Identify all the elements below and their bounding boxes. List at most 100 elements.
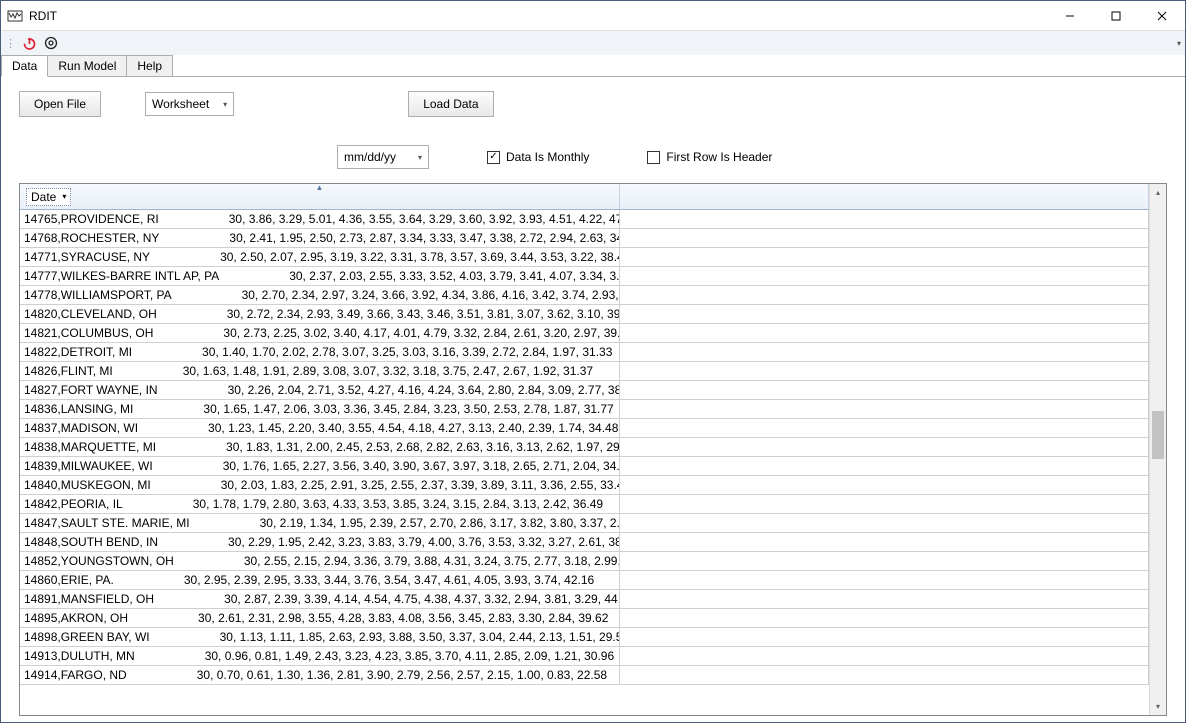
grid-cell	[620, 267, 1149, 285]
grid-cell	[620, 324, 1149, 342]
table-row[interactable]: 14836,LANSING, MI30, 1.65, 1.47, 2.06, 3…	[20, 400, 1149, 419]
grid-header-cell-date[interactable]: Date ▾ ▲	[20, 184, 620, 209]
load-data-button[interactable]: Load Data	[408, 91, 493, 117]
data-grid: Date ▾ ▲ 14765,PROVIDENCE, RI30, 3.86, 3…	[19, 183, 1167, 716]
sort-ascending-icon: ▲	[316, 184, 324, 192]
table-row[interactable]: 14821,COLUMBUS, OH30, 2.73, 2.25, 3.02, …	[20, 324, 1149, 343]
grid-cell	[620, 305, 1149, 323]
date-format-select[interactable]: mm/dd/yy ▾	[337, 145, 429, 169]
grid-cell: 14765,PROVIDENCE, RI30, 3.86, 3.29, 5.01…	[20, 210, 620, 228]
table-row[interactable]: 14771,SYRACUSE, NY30, 2.50, 2.07, 2.95, …	[20, 248, 1149, 267]
grid-cell: 14860,ERIE, PA.30, 2.95, 2.39, 2.95, 3.3…	[20, 571, 620, 589]
grid-cell: 14826,FLINT, MI30, 1.63, 1.48, 1.91, 2.8…	[20, 362, 620, 380]
open-file-button[interactable]: Open File	[19, 91, 101, 117]
scroll-up-button[interactable]: ▴	[1150, 184, 1166, 201]
grid-cell: 14778,WILLIAMSPORT, PA30, 2.70, 2.34, 2.…	[20, 286, 620, 304]
vertical-scrollbar[interactable]: ▴ ▾	[1149, 184, 1166, 715]
worksheet-select[interactable]: Worksheet ▾	[145, 92, 234, 116]
grid-header-cell-2[interactable]	[620, 184, 1149, 209]
table-row[interactable]: 14826,FLINT, MI30, 1.63, 1.48, 1.91, 2.8…	[20, 362, 1149, 381]
table-row[interactable]: 14848,SOUTH BEND, IN30, 2.29, 1.95, 2.42…	[20, 533, 1149, 552]
table-row[interactable]: 14840,MUSKEGON, MI30, 2.03, 1.83, 2.25, …	[20, 476, 1149, 495]
table-row[interactable]: 14852,YOUNGSTOWN, OH30, 2.55, 2.15, 2.94…	[20, 552, 1149, 571]
grid-cell	[620, 343, 1149, 361]
grid-cell: 14891,MANSFIELD, OH30, 2.87, 2.39, 3.39,…	[20, 590, 620, 608]
table-row[interactable]: 14765,PROVIDENCE, RI30, 3.86, 3.29, 5.01…	[20, 210, 1149, 229]
grid-cell	[620, 590, 1149, 608]
grid-cell: 14840,MUSKEGON, MI30, 2.03, 1.83, 2.25, …	[20, 476, 620, 494]
table-row[interactable]: 14778,WILLIAMSPORT, PA30, 2.70, 2.34, 2.…	[20, 286, 1149, 305]
grid-cell: 14777,WILKES-BARRE INTL AP, PA30, 2.37, …	[20, 267, 620, 285]
table-row[interactable]: 14837,MADISON, WI30, 1.23, 1.45, 2.20, 3…	[20, 419, 1149, 438]
minimize-button[interactable]	[1047, 1, 1093, 31]
date-column-combo[interactable]: Date ▾	[26, 188, 71, 206]
tab-help[interactable]: Help	[126, 55, 173, 76]
scroll-down-button[interactable]: ▾	[1150, 698, 1166, 715]
worksheet-select-value: Worksheet	[152, 97, 209, 111]
power-icon[interactable]	[20, 34, 38, 52]
grid-cell: 14768,ROCHESTER, NY30, 2.41, 1.95, 2.50,…	[20, 229, 620, 247]
grid-cell	[620, 248, 1149, 266]
close-button[interactable]	[1139, 1, 1185, 31]
table-row[interactable]: 14898,GREEN BAY, WI30, 1.13, 1.11, 1.85,…	[20, 628, 1149, 647]
toolbar: ⋮ ▾	[1, 31, 1185, 55]
checkbox-box: ✓	[487, 151, 500, 164]
grid-cell	[620, 476, 1149, 494]
app-icon	[7, 8, 23, 24]
toolbar-grip: ⋮	[5, 37, 16, 50]
data-is-monthly-checkbox[interactable]: ✓ Data Is Monthly	[487, 150, 589, 164]
window-title: RDIT	[29, 9, 1047, 23]
maximize-button[interactable]	[1093, 1, 1139, 31]
table-row[interactable]: 14822,DETROIT, MI30, 1.40, 1.70, 2.02, 2…	[20, 343, 1149, 362]
tab-content-data: Open File Worksheet ▾ Load Data mm/dd/yy…	[1, 77, 1185, 722]
table-row[interactable]: 14891,MANSFIELD, OH30, 2.87, 2.39, 3.39,…	[20, 590, 1149, 609]
date-column-label: Date	[31, 190, 56, 204]
table-row[interactable]: 14827,FORT WAYNE, IN30, 2.26, 2.04, 2.71…	[20, 381, 1149, 400]
grid-cell	[620, 438, 1149, 456]
grid-cell: 14848,SOUTH BEND, IN30, 2.29, 1.95, 2.42…	[20, 533, 620, 551]
chevron-down-icon: ▾	[62, 192, 66, 201]
scroll-thumb[interactable]	[1152, 411, 1164, 459]
grid-cell: 14842,PEORIA, IL30, 1.78, 1.79, 2.80, 3.…	[20, 495, 620, 513]
grid-cell: 14914,FARGO, ND30, 0.70, 0.61, 1.30, 1.3…	[20, 666, 620, 684]
scroll-track[interactable]	[1150, 201, 1166, 698]
first-row-is-header-checkbox[interactable]: First Row Is Header	[647, 150, 772, 164]
grid-cell	[620, 495, 1149, 513]
checkbox-label: Data Is Monthly	[506, 150, 589, 164]
grid-cell	[620, 362, 1149, 380]
table-row[interactable]: 14860,ERIE, PA.30, 2.95, 2.39, 2.95, 3.3…	[20, 571, 1149, 590]
grid-cell	[620, 647, 1149, 665]
grid-cell	[620, 381, 1149, 399]
table-row[interactable]: 14839,MILWAUKEE, WI30, 1.76, 1.65, 2.27,…	[20, 457, 1149, 476]
toolbar-overflow[interactable]: ▾	[1177, 39, 1181, 48]
grid-cell: 14836,LANSING, MI30, 1.65, 1.47, 2.06, 3…	[20, 400, 620, 418]
grid-cell	[620, 514, 1149, 532]
tabstrip: DataRun ModelHelp	[1, 55, 1185, 77]
target-icon[interactable]	[42, 34, 60, 52]
table-row[interactable]: 14914,FARGO, ND30, 0.70, 0.61, 1.30, 1.3…	[20, 666, 1149, 685]
grid-cell: 14822,DETROIT, MI30, 1.40, 1.70, 2.02, 2…	[20, 343, 620, 361]
tab-run-model[interactable]: Run Model	[47, 55, 127, 76]
chevron-down-icon: ▾	[223, 100, 227, 109]
table-row[interactable]: 14838,MARQUETTE, MI30, 1.83, 1.31, 2.00,…	[20, 438, 1149, 457]
grid-rows: 14765,PROVIDENCE, RI30, 3.86, 3.29, 5.01…	[20, 210, 1149, 685]
grid-cell: 14837,MADISON, WI30, 1.23, 1.45, 2.20, 3…	[20, 419, 620, 437]
table-row[interactable]: 14777,WILKES-BARRE INTL AP, PA30, 2.37, …	[20, 267, 1149, 286]
grid-cell	[620, 419, 1149, 437]
grid-cell	[620, 229, 1149, 247]
grid-cell	[620, 457, 1149, 475]
titlebar: RDIT	[1, 1, 1185, 31]
table-row[interactable]: 14768,ROCHESTER, NY30, 2.41, 1.95, 2.50,…	[20, 229, 1149, 248]
grid-cell: 14838,MARQUETTE, MI30, 1.83, 1.31, 2.00,…	[20, 438, 620, 456]
date-format-value: mm/dd/yy	[344, 150, 396, 164]
table-row[interactable]: 14895,AKRON, OH30, 2.61, 2.31, 2.98, 3.5…	[20, 609, 1149, 628]
table-row[interactable]: 14842,PEORIA, IL30, 1.78, 1.79, 2.80, 3.…	[20, 495, 1149, 514]
tab-data[interactable]: Data	[1, 55, 48, 77]
table-row[interactable]: 14913,DULUTH, MN30, 0.96, 0.81, 1.49, 2.…	[20, 647, 1149, 666]
table-row[interactable]: 14820,CLEVELAND, OH30, 2.72, 2.34, 2.93,…	[20, 305, 1149, 324]
grid-cell	[620, 666, 1149, 684]
grid-cell	[620, 628, 1149, 646]
app-window: RDIT ⋮ ▾ DataRun ModelHelp Open File Wor…	[0, 0, 1186, 723]
grid-cell	[620, 286, 1149, 304]
table-row[interactable]: 14847,SAULT STE. MARIE, MI30, 2.19, 1.34…	[20, 514, 1149, 533]
